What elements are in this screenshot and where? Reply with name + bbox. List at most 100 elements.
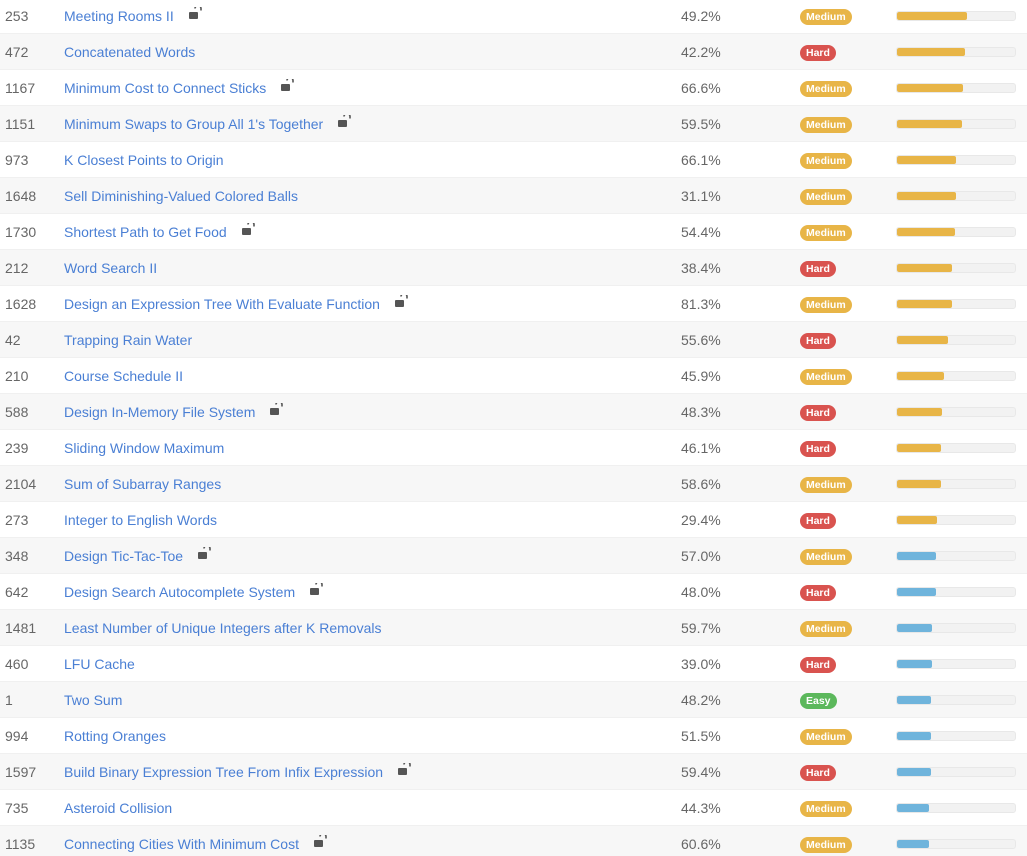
table-row: 973 K Closest Points to Origin 66.1% Medium [0,141,1027,177]
problem-id: 210 [5,368,29,384]
problem-id: 472 [5,44,29,60]
acceptance-rate: 57.0% [681,548,721,564]
table-row: 735 Asteroid Collision 44.3% Medium [0,789,1027,825]
problem-title-link[interactable]: Design Search Autocomplete System [64,574,295,610]
problem-title-link[interactable]: Connecting Cities With Minimum Cost [64,826,299,856]
difficulty-badge: Hard [800,513,836,529]
problem-title-link[interactable]: Sum of Subarray Ranges [64,466,221,502]
frequency-bar-fill [897,156,956,164]
problem-title-cell: Integer to English Words [64,502,217,538]
problem-title-cell: Shortest Path to Get Food [64,214,255,250]
frequency-bar [896,515,1016,525]
problem-title-cell: Design an Expression Tree With Evaluate … [64,286,408,322]
difficulty-badge: Easy [800,693,837,709]
difficulty-cell: Medium [800,70,852,106]
frequency-bar-fill [897,408,942,416]
difficulty-cell: Medium [800,466,852,502]
problem-title-link[interactable]: Design Tic-Tac-Toe [64,538,183,574]
problem-title-link[interactable]: Sliding Window Maximum [64,430,224,466]
acceptance-rate: 66.1% [681,152,721,168]
problem-id: 42 [5,332,21,348]
problem-id: 973 [5,152,29,168]
frequency-bar [896,155,1016,165]
problem-title-link[interactable]: Integer to English Words [64,502,217,538]
acceptance-rate: 38.4% [681,260,721,276]
problem-title-cell: Word Search II [64,250,157,286]
acceptance-rate: 58.6% [681,476,721,492]
problem-title-link[interactable]: Minimum Cost to Connect Sticks [64,70,266,106]
acceptance-rate: 48.2% [681,692,721,708]
problem-title-link[interactable]: Course Schedule II [64,358,183,394]
problem-title-link[interactable]: LFU Cache [64,646,135,682]
table-row: 253 Meeting Rooms II 49.2% Medium [0,0,1027,33]
difficulty-cell: Medium [800,718,852,754]
problem-title-link[interactable]: Asteroid Collision [64,790,172,826]
difficulty-badge: Medium [800,81,852,97]
frequency-bar [896,299,1016,309]
frequency-cell [896,502,1016,538]
problem-id: 253 [5,8,29,24]
table-row: 1597 Build Binary Expression Tree From In… [0,753,1027,789]
problem-title-link[interactable]: Shortest Path to Get Food [64,214,227,250]
frequency-bar [896,839,1016,849]
difficulty-cell: Medium [800,214,852,250]
difficulty-cell: Medium [800,106,852,142]
problem-title-link[interactable]: Least Number of Unique Integers after K … [64,610,382,646]
problem-id: 273 [5,512,29,528]
problem-title-cell: LFU Cache [64,646,135,682]
table-row: 273 Integer to English Words 29.4% Hard [0,501,1027,537]
acceptance-rate: 42.2% [681,44,721,60]
problem-title-link[interactable]: K Closest Points to Origin [64,142,224,178]
table-row: 212 Word Search II 38.4% Hard [0,249,1027,285]
problem-title-link[interactable]: Build Binary Expression Tree From Infix … [64,754,383,790]
problem-title-link[interactable]: Word Search II [64,250,157,286]
problem-title-link[interactable]: Rotting Oranges [64,718,166,754]
frequency-cell [896,754,1016,790]
problem-table: 253 Meeting Rooms II 49.2% Medium 472 Concate… [0,0,1027,856]
problem-title-link[interactable]: Concatenated Words [64,34,195,70]
frequency-bar-fill [897,300,953,308]
difficulty-badge: Medium [800,117,852,133]
table-row: 994 Rotting Oranges 51.5% Medium [0,717,1027,753]
frequency-bar-fill [897,840,929,848]
frequency-cell [896,538,1016,574]
problem-id: 1628 [5,296,37,312]
table-row: 642 Design Search Autocomplete System 48.0… [0,573,1027,609]
frequency-bar-fill [897,192,956,200]
frequency-cell [896,286,1016,322]
problem-title-cell: Sell Diminishing-Valued Colored Balls [64,178,298,214]
frequency-cell [896,70,1016,106]
problem-title-cell: K Closest Points to Origin [64,142,224,178]
frequency-bar [896,47,1016,57]
frequency-bar [896,587,1016,597]
problem-title-link[interactable]: Sell Diminishing-Valued Colored Balls [64,178,298,214]
frequency-bar-fill [897,516,938,524]
problem-title-link[interactable]: Design an Expression Tree With Evaluate … [64,286,380,322]
frequency-cell [896,214,1016,250]
problem-title-cell: Course Schedule II [64,358,183,394]
frequency-cell [896,718,1016,754]
problem-title-link[interactable]: Two Sum [64,682,122,718]
table-row: 348 Design Tic-Tac-Toe 57.0% Medium [0,537,1027,573]
frequency-bar-fill [897,84,964,92]
frequency-bar-fill [897,228,955,236]
problem-id: 239 [5,440,29,456]
table-row: 1135 Connecting Cities With Minimum Cost 6… [0,825,1027,856]
frequency-cell [896,34,1016,70]
problem-title-link[interactable]: Trapping Rain Water [64,322,192,358]
problem-id: 348 [5,548,29,564]
problem-title-cell: Rotting Oranges [64,718,166,754]
frequency-bar [896,695,1016,705]
acceptance-rate: 60.6% [681,836,721,852]
frequency-cell [896,826,1016,856]
difficulty-badge: Medium [800,9,852,25]
problem-id: 1135 [5,836,36,852]
problem-id: 1597 [5,764,37,780]
problem-title-cell: Design Tic-Tac-Toe [64,538,211,574]
problem-title-link[interactable]: Minimum Swaps to Group All 1's Together [64,106,323,142]
problem-title-link[interactable]: Design In-Memory File System [64,394,255,430]
acceptance-rate: 46.1% [681,440,721,456]
acceptance-rate: 59.4% [681,764,721,780]
problem-title-link[interactable]: Meeting Rooms II [64,0,174,34]
unlock-icon [267,403,284,417]
